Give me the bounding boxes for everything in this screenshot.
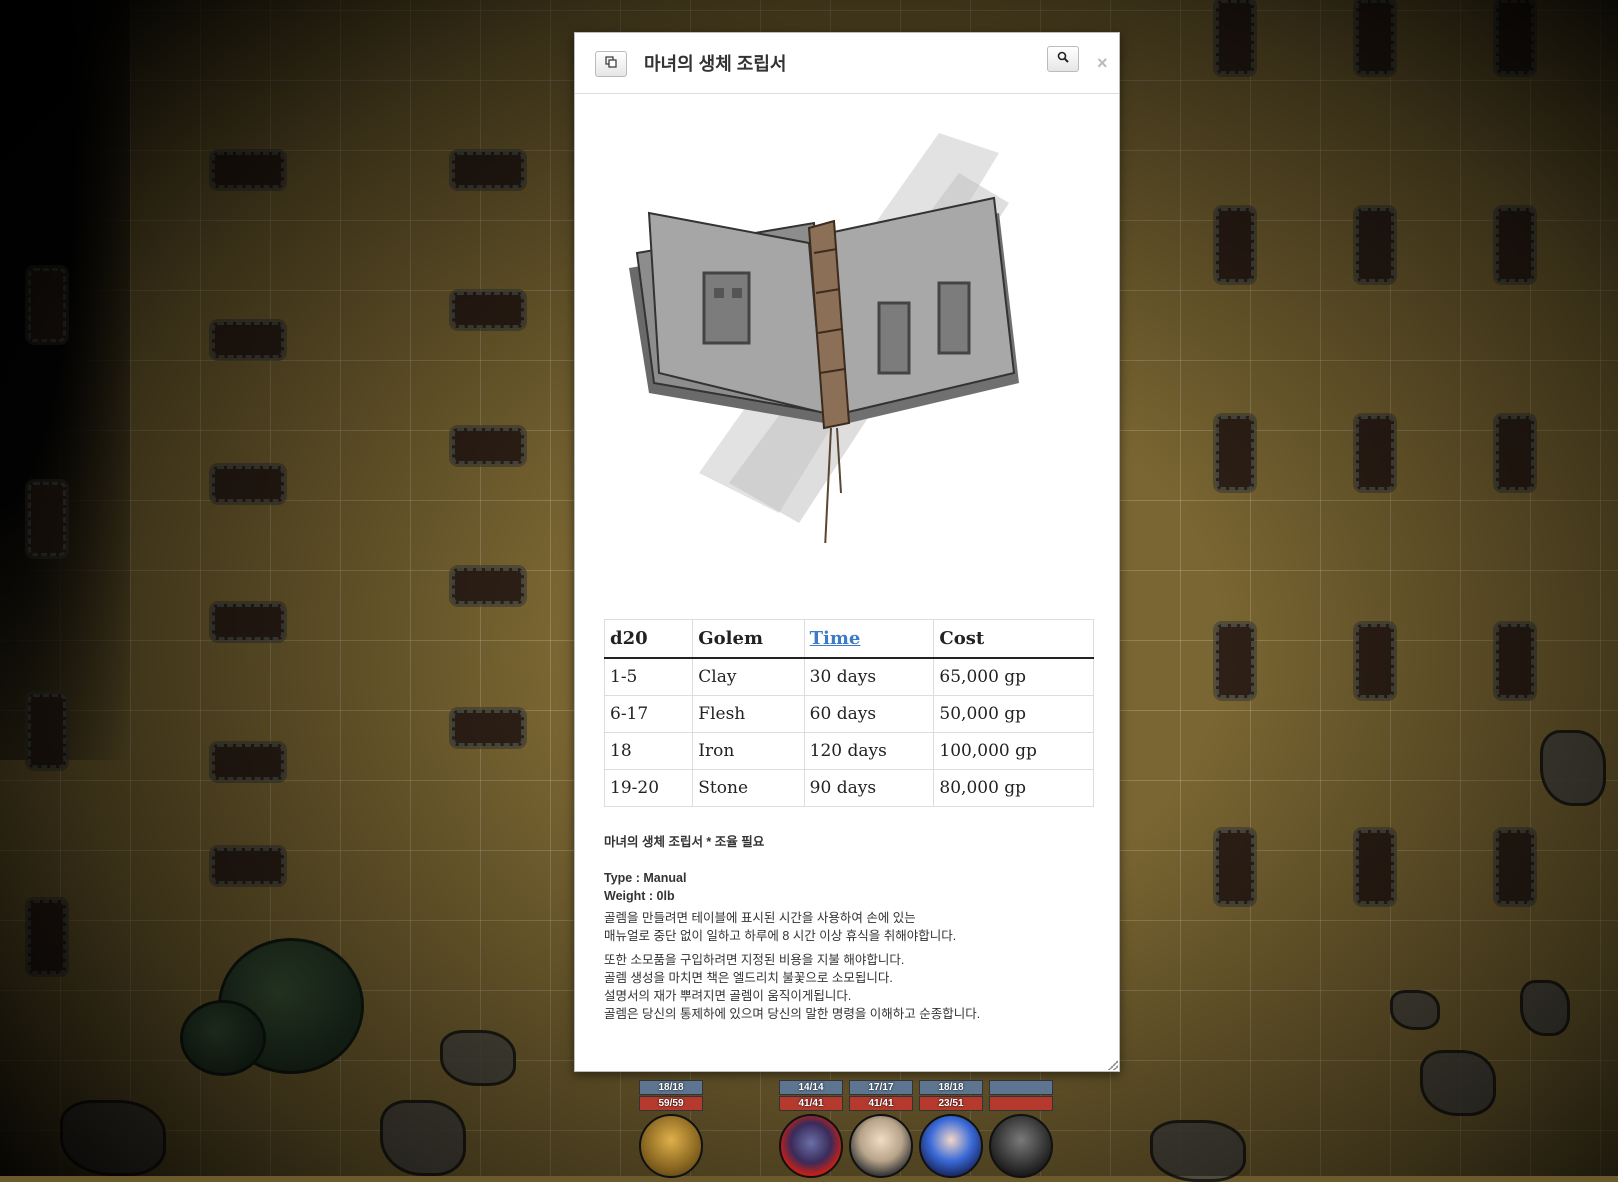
player-token[interactable]: 17/17 41/41 <box>846 1080 916 1178</box>
player-token[interactable]: 18/18 59/59 <box>636 1080 706 1178</box>
item-type: Type : Manual <box>604 871 687 885</box>
table-header-link[interactable]: Time <box>803 619 935 659</box>
popout-button[interactable] <box>595 51 627 77</box>
player-token[interactable] <box>986 1080 1056 1178</box>
popout-icon <box>605 55 617 73</box>
golem-table: d20 Golem Time Cost 1-5 Clay 30 days 65,… <box>603 619 1094 807</box>
description-line: 또한 소모품을 구입하려면 지정된 비용을 지불 해야합니다. <box>604 953 905 967</box>
item-description: 마녀의 생체 조립서 * 조율 필요 Type : Manual Weight … <box>604 833 1094 1029</box>
item-image <box>609 93 1049 549</box>
token-portrait[interactable] <box>639 1114 703 1178</box>
table-cell: 80,000 gp <box>933 769 1094 807</box>
description-line: 설명서의 재가 뿌려지면 골렘이 움직이게됩니다. <box>604 989 852 1003</box>
token-portrait[interactable] <box>779 1114 843 1178</box>
token-bar-top: 14/14 <box>779 1080 843 1095</box>
table-cell: 100,000 gp <box>933 732 1094 770</box>
table-cell: 65,000 gp <box>933 657 1094 696</box>
table-cell: Iron <box>692 732 805 770</box>
token-portrait[interactable] <box>849 1114 913 1178</box>
table-cell: Stone <box>692 769 805 807</box>
token-bar-bottom: 41/41 <box>779 1096 843 1111</box>
table-cell: 120 days <box>803 732 935 770</box>
table-header-row: d20 Golem Time Cost <box>603 619 1094 659</box>
description-line: 골렘을 만들려면 테이블에 표시된 시간을 사용하여 손에 있는 <box>604 911 916 925</box>
table-cell: Clay <box>692 657 805 696</box>
token-bar-bottom: 23/51 <box>919 1096 983 1111</box>
description-line: 골렘 생성을 마치면 책은 엘드리치 불꽃으로 소모됩니다. <box>604 971 893 985</box>
table-cell: 1-5 <box>603 657 694 696</box>
description-paragraph: 또한 소모품을 구입하려면 지정된 비용을 지불 해야합니다. 골렘 생성을 마… <box>604 951 1094 1023</box>
table-cell: 90 days <box>803 769 935 807</box>
handout-dialog: 마녀의 생체 조립서 × d20 Golem Time Cost 1-5 Cla… <box>574 32 1120 1072</box>
table-cell: 60 days <box>803 695 935 733</box>
table-row: 6-17 Flesh 60 days 50,000 gp <box>603 695 1094 733</box>
token-bar-top: 17/17 <box>849 1080 913 1095</box>
magnifier-icon <box>1057 50 1069 68</box>
table-cell: 6-17 <box>603 695 694 733</box>
dialog-titlebar[interactable]: 마녀의 생체 조립서 × <box>575 33 1119 94</box>
item-weight: Weight : 0lb <box>604 889 675 903</box>
token-bar-bottom: 41/41 <box>849 1096 913 1111</box>
table-cell: 19-20 <box>603 769 694 807</box>
resize-handle[interactable] <box>1108 1060 1118 1070</box>
close-button[interactable]: × <box>1097 53 1108 74</box>
dialog-title: 마녀의 생체 조립서 <box>644 54 787 74</box>
token-bar-top <box>989 1080 1053 1095</box>
table-header: d20 <box>603 619 694 659</box>
table-row: 19-20 Stone 90 days 80,000 gp <box>603 769 1094 807</box>
player-token[interactable]: 18/18 23/51 <box>916 1080 986 1178</box>
player-token[interactable]: 14/14 41/41 <box>776 1080 846 1178</box>
stone-book-icon <box>629 133 1019 549</box>
description-line: 매뉴얼로 중단 없이 일하고 하루에 8 시간 이상 휴식을 취해야합니다. <box>604 929 957 943</box>
table-cell: 30 days <box>803 657 935 696</box>
description-line: 골렘은 당신의 통제하에 있으며 당신의 말한 명령을 이해하고 순종합니다. <box>604 1007 981 1021</box>
table-header: Cost <box>933 619 1094 659</box>
token-bar-top: 18/18 <box>919 1080 983 1095</box>
token-portrait[interactable] <box>989 1114 1053 1178</box>
zoom-button[interactable] <box>1047 46 1079 72</box>
description-paragraph: 골렘을 만들려면 테이블에 표시된 시간을 사용하여 손에 있는 매뉴얼로 중단… <box>604 909 1094 945</box>
token-portrait[interactable] <box>919 1114 983 1178</box>
token-bar-bottom: 59/59 <box>639 1096 703 1111</box>
table-cell: 50,000 gp <box>933 695 1094 733</box>
table-cell: 18 <box>603 732 694 770</box>
table-header: Golem <box>692 619 805 659</box>
table-row: 18 Iron 120 days 100,000 gp <box>603 732 1094 770</box>
token-bar-top: 18/18 <box>639 1080 703 1095</box>
table-row: 1-5 Clay 30 days 65,000 gp <box>603 657 1094 696</box>
table-cell: Flesh <box>692 695 805 733</box>
token-bar-bottom <box>989 1096 1053 1111</box>
item-heading: 마녀의 생체 조립서 * 조율 필요 <box>604 835 765 849</box>
